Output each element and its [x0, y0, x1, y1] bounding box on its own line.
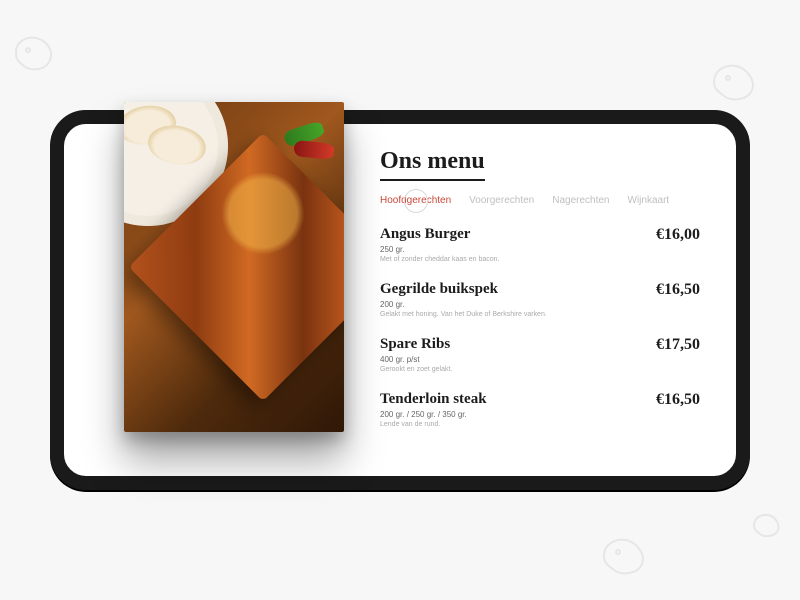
item-weight: 200 gr.	[380, 300, 656, 309]
item-price: €16,00	[656, 226, 700, 244]
tab-nagerechten[interactable]: Nagerechten	[552, 195, 609, 206]
tab-hoofdgerechten[interactable]: Hoofdgerechten	[380, 195, 451, 206]
item-name: Angus Burger	[380, 226, 656, 243]
tab-wijnkaart[interactable]: Wijnkaart	[628, 195, 670, 206]
item-price: €16,50	[656, 391, 700, 409]
food-photo	[124, 102, 344, 432]
item-weight: 400 gr. p/st	[380, 355, 656, 364]
menu-panel: Ons menu Hoofdgerechten Voorgerechten Na…	[344, 142, 700, 458]
item-name: Tenderloin steak	[380, 391, 656, 408]
menu-item[interactable]: Tenderloin steak 200 gr. / 250 gr. / 350…	[380, 391, 700, 428]
item-description: Gelakt met honing. Van het Duke of Berks…	[380, 311, 656, 318]
item-weight: 200 gr. / 250 gr. / 350 gr.	[380, 410, 656, 419]
menu-title: Ons menu	[380, 148, 485, 181]
item-description: Met of zonder cheddar kaas en bacon.	[380, 256, 656, 263]
menu-items-list: Angus Burger 250 gr. Met of zonder chedd…	[380, 226, 700, 428]
menu-tabs: Hoofdgerechten Voorgerechten Nagerechten…	[380, 195, 700, 206]
background-doodle-icon	[8, 30, 58, 79]
item-price: €16,50	[656, 281, 700, 299]
background-doodle-icon	[704, 56, 760, 109]
device-frame: Ons menu Hoofdgerechten Voorgerechten Na…	[50, 110, 750, 490]
menu-item[interactable]: Spare Ribs 400 gr. p/st Gerookt en zoet …	[380, 336, 700, 373]
item-name: Spare Ribs	[380, 336, 656, 353]
item-description: Gerookt en zoet gelakt.	[380, 366, 656, 373]
background-doodle-icon	[748, 510, 782, 545]
item-name: Gegrilde buikspek	[380, 281, 656, 298]
menu-item[interactable]: Angus Burger 250 gr. Met of zonder chedd…	[380, 226, 700, 263]
item-description: Lende van de rund.	[380, 421, 656, 428]
item-price: €17,50	[656, 336, 700, 354]
tab-voorgerechten[interactable]: Voorgerechten	[469, 195, 534, 206]
item-weight: 250 gr.	[380, 245, 656, 254]
menu-item[interactable]: Gegrilde buikspek 200 gr. Gelakt met hon…	[380, 281, 700, 318]
background-doodle-icon	[594, 530, 650, 583]
